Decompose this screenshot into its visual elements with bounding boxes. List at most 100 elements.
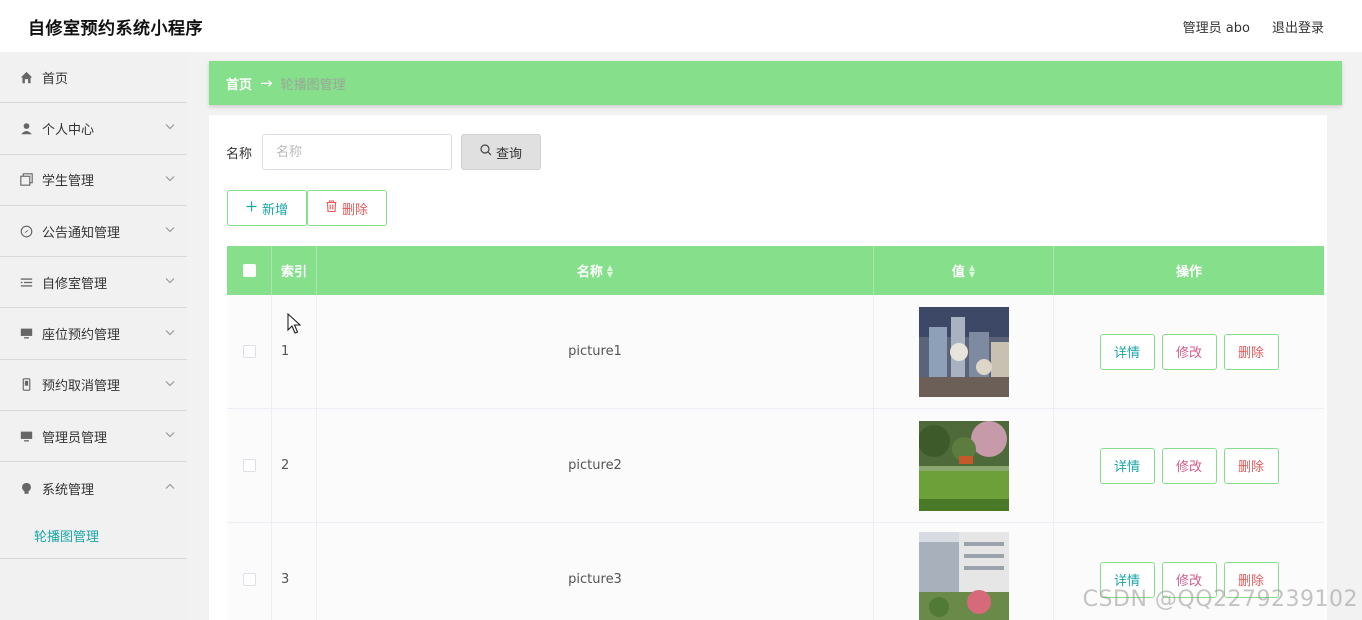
edit-button[interactable]: 修改 xyxy=(1161,447,1217,484)
delete-button[interactable]: 删除 xyxy=(1223,333,1279,370)
chevron-down-icon xyxy=(165,326,175,341)
watermark: CSDN @QQ2279239102 xyxy=(1082,587,1358,612)
sort-icon[interactable]: ▲ ▼ xyxy=(607,263,613,278)
sidebar-item-personal-center[interactable]: 个人中心 xyxy=(0,103,187,155)
mouse-cursor-icon xyxy=(287,313,301,334)
add-button[interactable]: 新增 xyxy=(227,190,307,226)
chevron-down-icon xyxy=(165,429,175,444)
sidebar-item-home[interactable]: 首页 xyxy=(0,52,187,104)
column-label: 名称 xyxy=(576,265,603,280)
row-name: picture2 xyxy=(317,409,874,522)
row-actions-cell: 详情 修改 删除 xyxy=(1054,295,1324,408)
batch-delete-button[interactable]: 删除 xyxy=(307,190,387,226)
home-icon xyxy=(19,70,34,85)
sidebar-subitem-carousel[interactable]: 轮播图管理 xyxy=(0,514,187,559)
sidebar-item-admins[interactable]: 管理员管理 xyxy=(0,411,187,463)
column-header-name[interactable]: 名称 ▲ ▼ xyxy=(317,246,874,295)
search-icon xyxy=(480,144,492,160)
monitor-icon xyxy=(19,326,34,341)
row-checkbox[interactable] xyxy=(242,345,256,358)
sidebar-item-booking-cancel[interactable]: 预约取消管理 xyxy=(0,360,187,412)
top-header: 自修室预约系统小程序 管理员 abo 退出登录 xyxy=(0,0,1362,52)
sidebar-item-system[interactable]: 系统管理 xyxy=(0,462,187,513)
campus-building-photo xyxy=(918,532,1009,620)
action-row: 新增 删除 xyxy=(227,190,387,226)
sidebar-item-label: 学生管理 xyxy=(42,174,95,190)
search-label: 名称 xyxy=(226,146,253,162)
plus-icon xyxy=(246,201,257,216)
copy-icon xyxy=(19,172,34,187)
detail-button[interactable]: 详情 xyxy=(1099,333,1155,370)
sidebar-item-label: 管理员管理 xyxy=(42,430,108,446)
logout-link[interactable]: 退出登录 xyxy=(1272,17,1324,36)
search-input[interactable] xyxy=(262,134,453,170)
add-button-label: 新增 xyxy=(261,202,288,218)
mobile-icon xyxy=(19,377,34,392)
chevron-down-icon xyxy=(165,275,175,290)
list-icon xyxy=(19,275,34,290)
sidebar-item-notices[interactable]: 公告通知管理 xyxy=(0,206,187,258)
sidebar-item-students[interactable]: 学生管理 xyxy=(0,155,187,206)
row-name: picture1 xyxy=(317,295,874,408)
column-header-actions: 操作 xyxy=(1054,246,1324,295)
bulb-icon xyxy=(19,481,34,496)
row-select-cell xyxy=(227,409,272,522)
sort-icon[interactable]: ▲ ▼ xyxy=(969,263,975,278)
breadcrumb: 首页 → 轮播图管理 xyxy=(209,61,1342,105)
main-content: 首页 → 轮播图管理 名称 查询 新增 删除 xyxy=(209,61,1342,620)
chevron-down-icon xyxy=(165,224,175,239)
select-all-checkbox[interactable] xyxy=(242,264,256,277)
sidebar-item-label: 公告通知管理 xyxy=(42,225,121,241)
sidebar: 首页 个人中心 学生管理 公告通知管理 自修室管理 座位预约管理 预约取消管理 … xyxy=(0,52,187,620)
edit-button[interactable]: 修改 xyxy=(1161,333,1217,370)
delete-button-label: 删除 xyxy=(341,202,368,218)
user-icon xyxy=(19,121,34,136)
sidebar-item-label: 系统管理 xyxy=(42,482,95,498)
sidebar-item-study-rooms[interactable]: 自修室管理 xyxy=(0,257,187,309)
table-header: 索引 名称 ▲ ▼ 值 ▲ ▼ 操作 xyxy=(227,246,1324,295)
row-name: picture3 xyxy=(317,523,874,620)
row-index: 3 xyxy=(272,523,317,620)
header-user-area: 管理员 abo 退出登录 xyxy=(1183,17,1324,36)
monitor-icon xyxy=(19,429,34,444)
sidebar-item-label: 座位预约管理 xyxy=(42,328,121,344)
chevron-down-icon xyxy=(165,121,175,136)
carousel-table: 索引 名称 ▲ ▼ 值 ▲ ▼ 操作 1 picture1 详情 修改 删除 2… xyxy=(227,246,1324,620)
content-panel: 名称 查询 新增 删除 索引 xyxy=(209,115,1327,620)
row-actions-cell: 详情 修改 删除 xyxy=(1054,409,1324,522)
row-value-cell xyxy=(874,295,1054,408)
chevron-down-icon xyxy=(165,377,175,392)
column-header-value[interactable]: 值 ▲ ▼ xyxy=(874,246,1054,295)
search-button-label: 查询 xyxy=(496,146,523,162)
select-all-cell xyxy=(227,246,272,295)
sidebar-item-label: 首页 xyxy=(42,71,69,87)
building-glass-photo xyxy=(918,306,1009,397)
chevron-up-icon xyxy=(165,481,175,496)
garden-lawn-photo xyxy=(918,420,1009,511)
admin-user-label[interactable]: 管理员 abo xyxy=(1183,17,1250,36)
column-label: 值 xyxy=(951,265,965,280)
search-row: 名称 查询 xyxy=(226,134,542,170)
row-index: 1 xyxy=(272,295,317,408)
row-select-cell xyxy=(227,295,272,408)
sidebar-item-seat-booking[interactable]: 座位预约管理 xyxy=(0,308,187,360)
detail-button[interactable]: 详情 xyxy=(1099,447,1155,484)
breadcrumb-current: 轮播图管理 xyxy=(280,77,346,93)
sidebar-item-label: 个人中心 xyxy=(42,122,95,138)
table-row: 1 picture1 详情 修改 删除 xyxy=(227,295,1324,409)
search-button[interactable]: 查询 xyxy=(461,134,542,170)
breadcrumb-home[interactable]: 首页 xyxy=(226,74,252,93)
column-header-index: 索引 xyxy=(272,246,317,295)
delete-button[interactable]: 删除 xyxy=(1223,447,1279,484)
table-row: 2 picture2 详情 修改 删除 xyxy=(227,409,1324,523)
row-checkbox[interactable] xyxy=(242,459,256,472)
row-checkbox[interactable] xyxy=(242,573,256,586)
app-title: 自修室预约系统小程序 xyxy=(28,19,203,39)
breadcrumb-separator: → xyxy=(260,74,273,92)
sidebar-item-label: 自修室管理 xyxy=(42,276,108,292)
compass-icon xyxy=(19,224,34,239)
row-select-cell xyxy=(227,523,272,620)
sidebar-item-label: 预约取消管理 xyxy=(42,379,121,395)
column-label: 操作 xyxy=(1175,265,1202,280)
column-label: 索引 xyxy=(281,265,308,280)
